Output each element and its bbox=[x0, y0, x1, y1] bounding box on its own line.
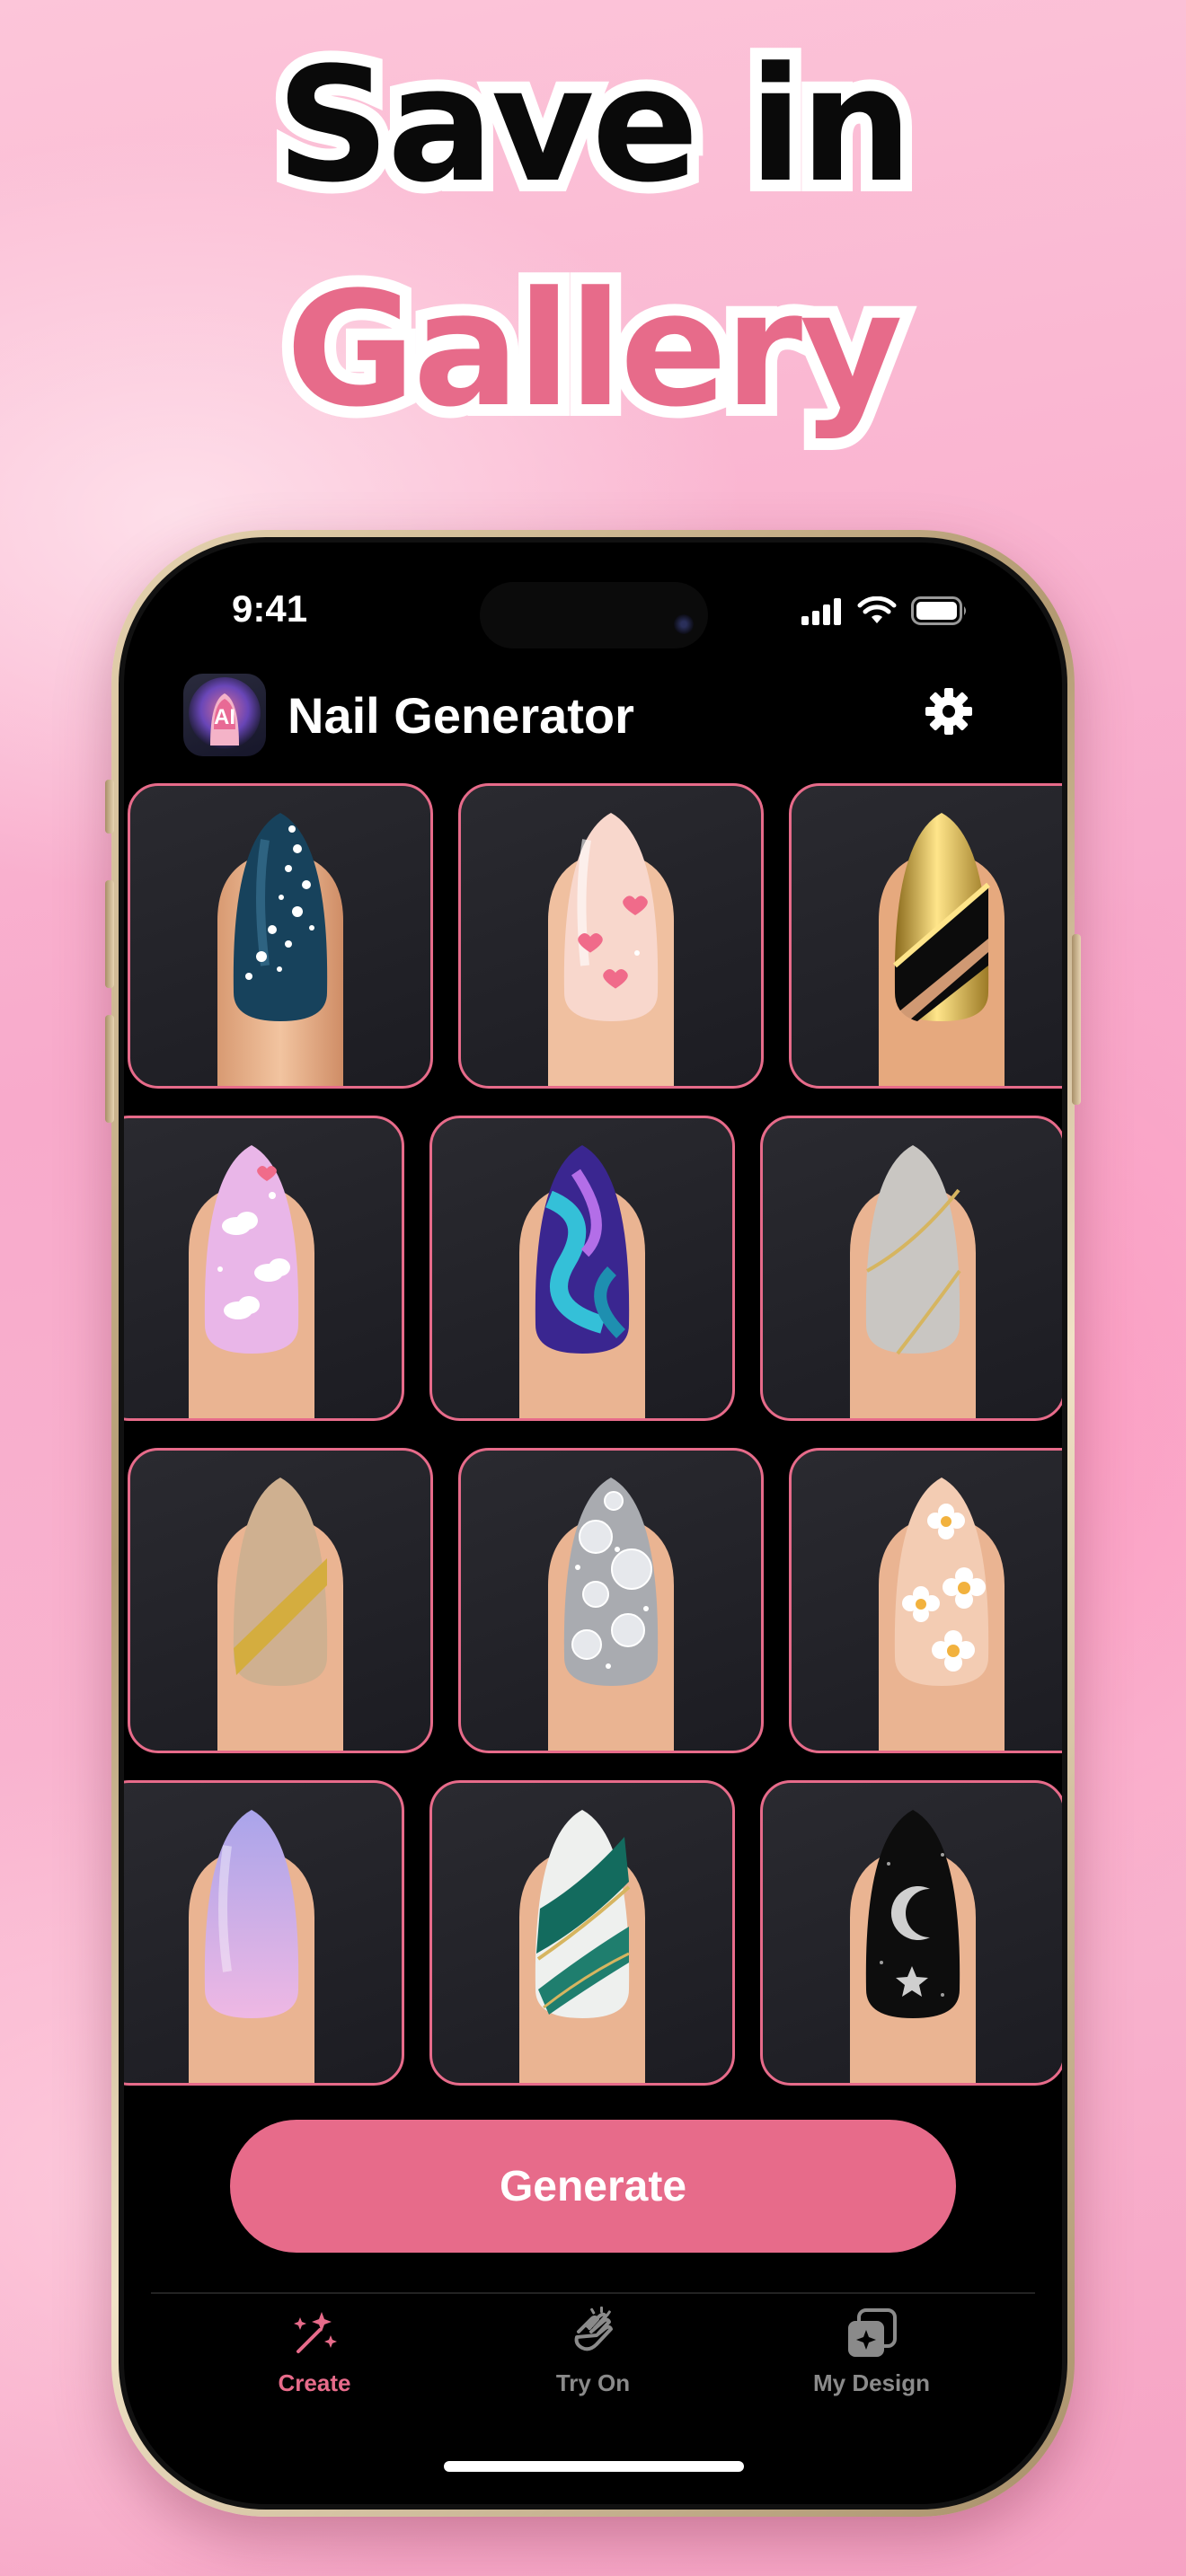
front-camera bbox=[674, 614, 694, 634]
design-tile-purple-teal-swirl[interactable] bbox=[429, 1116, 735, 1421]
design-tile-black-moon-star[interactable] bbox=[760, 1780, 1062, 2086]
status-time: 9:41 bbox=[232, 587, 308, 630]
tab-bar-divider bbox=[151, 2292, 1035, 2294]
design-tile-lavender-ombre[interactable] bbox=[124, 1780, 404, 2086]
cellular-signal-icon bbox=[801, 598, 841, 625]
phone-mute-button bbox=[105, 780, 114, 834]
design-tile-grey-gold-lines[interactable] bbox=[760, 1116, 1062, 1421]
tab-create-label: Create bbox=[278, 2369, 351, 2396]
app-icon: AI bbox=[183, 674, 266, 756]
tab-my-design-label: My Design bbox=[812, 2369, 931, 2396]
battery-icon bbox=[911, 596, 966, 625]
headline-line-1: Save in bbox=[264, 33, 925, 217]
gallery-icon bbox=[848, 2308, 897, 2357]
clapping-hands-icon bbox=[574, 2307, 613, 2351]
tab-create[interactable]: Create bbox=[207, 2305, 422, 2397]
design-tile-navy-polka-dot[interactable] bbox=[128, 783, 433, 1089]
phone-volume-up-button bbox=[105, 880, 114, 988]
tab-try-on-label: Try On bbox=[555, 2369, 631, 2396]
generate-button[interactable]: Generate bbox=[230, 2120, 956, 2253]
status-icons bbox=[801, 595, 969, 625]
gear-icon[interactable] bbox=[924, 686, 974, 737]
headline-line-2: Gallery bbox=[274, 258, 915, 442]
tab-try-on[interactable]: Try On bbox=[485, 2305, 701, 2397]
design-tile-lilac-clouds[interactable] bbox=[124, 1116, 404, 1421]
tab-my-design[interactable]: My Design bbox=[764, 2305, 979, 2397]
design-tile-nude-gold-stripe[interactable] bbox=[128, 1448, 433, 1753]
design-tile-pink-hearts[interactable] bbox=[458, 783, 764, 1089]
wifi-icon bbox=[857, 596, 897, 623]
design-tile-daisy-flowers[interactable] bbox=[789, 1448, 1062, 1753]
home-indicator bbox=[444, 2461, 744, 2472]
app-title: Nail Generator bbox=[288, 687, 634, 744]
design-tile-silver-rhinestones[interactable] bbox=[458, 1448, 764, 1753]
svg-text:AI: AI bbox=[214, 705, 235, 729]
design-tile-gold-black-chrome[interactable] bbox=[789, 783, 1062, 1089]
dynamic-island bbox=[480, 582, 708, 648]
phone-power-button bbox=[1072, 934, 1081, 1105]
phone-screen: 9:41 AI Nail Generator Generate Create T… bbox=[124, 543, 1062, 2504]
design-tile-green-white-marble[interactable] bbox=[429, 1780, 735, 2086]
phone-volume-down-button bbox=[105, 1015, 114, 1123]
magic-wand-icon bbox=[294, 2312, 337, 2353]
